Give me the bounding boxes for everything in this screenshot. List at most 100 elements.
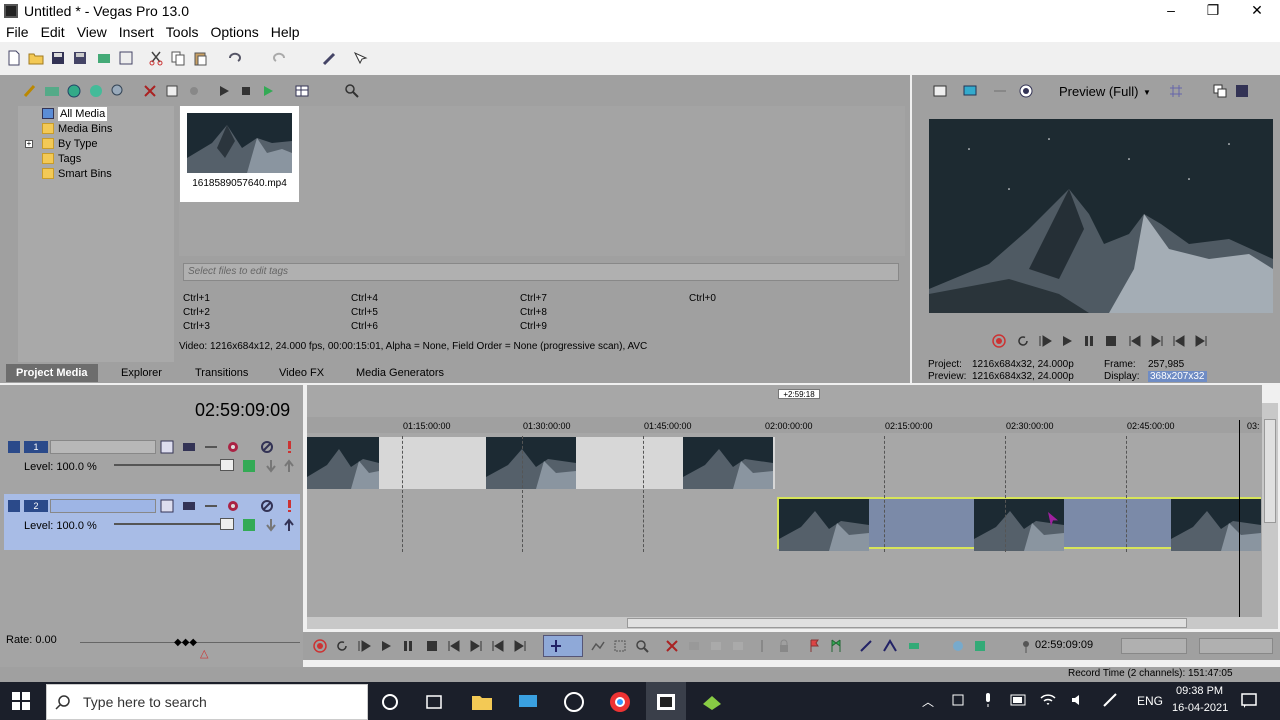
save-icon[interactable] [50, 50, 66, 66]
copy-icon[interactable] [170, 50, 186, 66]
tree-item-tags[interactable]: Tags [42, 152, 81, 166]
media-manager-icon[interactable] [88, 83, 104, 99]
chevron-down-icon[interactable]: ▼ [1143, 88, 1151, 97]
import-media-icon[interactable] [22, 83, 38, 99]
track-header-1[interactable]: 1 Level: 100.0 % [4, 435, 300, 491]
track-settings-gear-icon[interactable] [226, 440, 240, 454]
media-properties-icon[interactable] [164, 83, 180, 99]
play-icon[interactable] [1060, 334, 1074, 348]
tag-shortcut[interactable]: Ctrl+3 [183, 321, 210, 332]
transport-timecode[interactable]: 02:59:09:09 [1035, 639, 1093, 651]
auto-crossfade-icon[interactable] [883, 639, 897, 653]
play-from-start-icon[interactable] [1038, 334, 1052, 348]
selection-length-field[interactable] [1121, 638, 1187, 654]
tag-shortcut[interactable]: Ctrl+1 [183, 293, 210, 304]
menu-view[interactable]: View [71, 22, 113, 42]
language-indicator[interactable]: ENG [1137, 694, 1163, 708]
remove-media-icon[interactable] [142, 83, 158, 99]
track-fx-icon[interactable] [182, 499, 196, 513]
track-motion-icon[interactable] [160, 499, 174, 513]
make-compositing-parent-icon[interactable] [282, 518, 296, 532]
go-to-start-icon[interactable] [447, 639, 461, 653]
level-slider-knob[interactable] [220, 518, 234, 530]
show-hidden-icons[interactable]: ︿ [922, 693, 934, 710]
taskbar-search-box[interactable]: Type here to search [46, 684, 368, 720]
search-media-icon[interactable] [344, 83, 360, 99]
vertical-scrollbar[interactable] [1262, 403, 1278, 629]
views-icon[interactable] [294, 83, 310, 99]
media-fx-icon[interactable] [110, 83, 126, 99]
tag-shortcut[interactable]: Ctrl+9 [520, 321, 547, 332]
tree-item-smart-bins[interactable]: Smart Bins [42, 167, 112, 181]
horizontal-scrollbar[interactable] [307, 617, 1262, 629]
bypass-motion-blur-icon[interactable] [242, 518, 256, 532]
stop-icon[interactable] [1104, 334, 1118, 348]
menu-file[interactable]: File [0, 22, 35, 42]
obs-icon[interactable] [562, 690, 586, 714]
tab-project-media[interactable]: Project Media [6, 364, 98, 382]
overlays-icon[interactable] [1168, 83, 1184, 99]
video-event-track-2[interactable] [777, 497, 1261, 551]
vegas-pro-icon[interactable] [654, 690, 678, 714]
solo-icon[interactable] [282, 499, 296, 513]
tree-item-by-type[interactable]: By Type [42, 137, 98, 151]
save-as-icon[interactable] [72, 50, 88, 66]
close-button[interactable]: ✕ [1234, 0, 1280, 22]
tag-shortcut[interactable]: Ctrl+5 [351, 307, 378, 318]
level-slider[interactable] [114, 523, 234, 525]
task-view-icon[interactable] [422, 690, 446, 714]
tag-shortcut[interactable]: Ctrl+2 [183, 307, 210, 318]
track-name-field[interactable] [50, 440, 156, 454]
notifications-icon[interactable] [1240, 692, 1258, 710]
tab-media-generators[interactable]: Media Generators [356, 364, 444, 382]
timecode-display[interactable]: 02:59:09:09 [195, 400, 290, 421]
play-from-start-icon[interactable] [357, 639, 371, 653]
tree-item-all-media[interactable]: All Media [42, 107, 108, 121]
level-slider[interactable] [114, 464, 234, 466]
pause-icon[interactable] [401, 639, 415, 653]
tag-shortcut[interactable]: Ctrl+7 [520, 293, 547, 304]
tab-explorer[interactable]: Explorer [121, 364, 162, 382]
lock-icon[interactable] [777, 639, 791, 653]
edit-tool-icon[interactable] [549, 639, 563, 653]
go-to-end-icon[interactable] [469, 639, 483, 653]
collapse-track-icon[interactable] [8, 500, 20, 512]
next-frame-icon[interactable] [513, 639, 527, 653]
lock-envelopes-icon[interactable] [951, 639, 965, 653]
track-motion-icon[interactable] [160, 440, 174, 454]
tab-transitions[interactable]: Transitions [195, 364, 248, 382]
insert-region-icon[interactable] [829, 639, 843, 653]
split-icon[interactable] [755, 639, 769, 653]
make-compositing-child-icon[interactable] [264, 459, 278, 473]
menu-edit[interactable]: Edit [35, 22, 71, 42]
playhead-cursor[interactable] [1239, 420, 1240, 617]
stop-icon[interactable] [425, 639, 439, 653]
compositing-mode-icon[interactable] [204, 440, 218, 454]
battery-icon[interactable] [1010, 694, 1028, 706]
zoom-field[interactable] [1199, 638, 1273, 654]
render-icon[interactable] [96, 50, 112, 66]
get-media-from-web-icon[interactable] [66, 83, 82, 99]
bypass-motion-blur-icon[interactable] [242, 459, 256, 473]
make-compositing-child-icon[interactable] [264, 518, 278, 532]
scroll-thumb[interactable] [627, 618, 1187, 628]
loop-icon[interactable] [1016, 334, 1030, 348]
wifi-icon[interactable] [1040, 692, 1056, 708]
capture-video-icon[interactable] [44, 83, 60, 99]
auto-preview-icon[interactable] [260, 83, 276, 99]
collapse-track-icon[interactable] [8, 441, 20, 453]
video-event-track-1[interactable] [307, 437, 775, 489]
tray-app-icon[interactable] [950, 692, 966, 708]
maximize-button[interactable]: ❐ [1190, 0, 1236, 22]
snapping-icon[interactable] [859, 639, 873, 653]
time-ruler[interactable]: 01:15:00:00 01:30:00:00 01:45:00:00 02:0… [307, 417, 1262, 433]
microphone-icon[interactable] [980, 692, 996, 708]
menu-options[interactable]: Options [204, 22, 264, 42]
menu-insert[interactable]: Insert [113, 22, 160, 42]
track-fx-icon[interactable] [182, 440, 196, 454]
copy-snapshot-icon[interactable] [1212, 83, 1228, 99]
auto-ripple-icon[interactable] [907, 639, 921, 653]
enable-snapping-icon[interactable] [322, 50, 338, 66]
chrome-icon[interactable] [608, 690, 632, 714]
tree-item-media-bins[interactable]: Media Bins [42, 122, 112, 136]
